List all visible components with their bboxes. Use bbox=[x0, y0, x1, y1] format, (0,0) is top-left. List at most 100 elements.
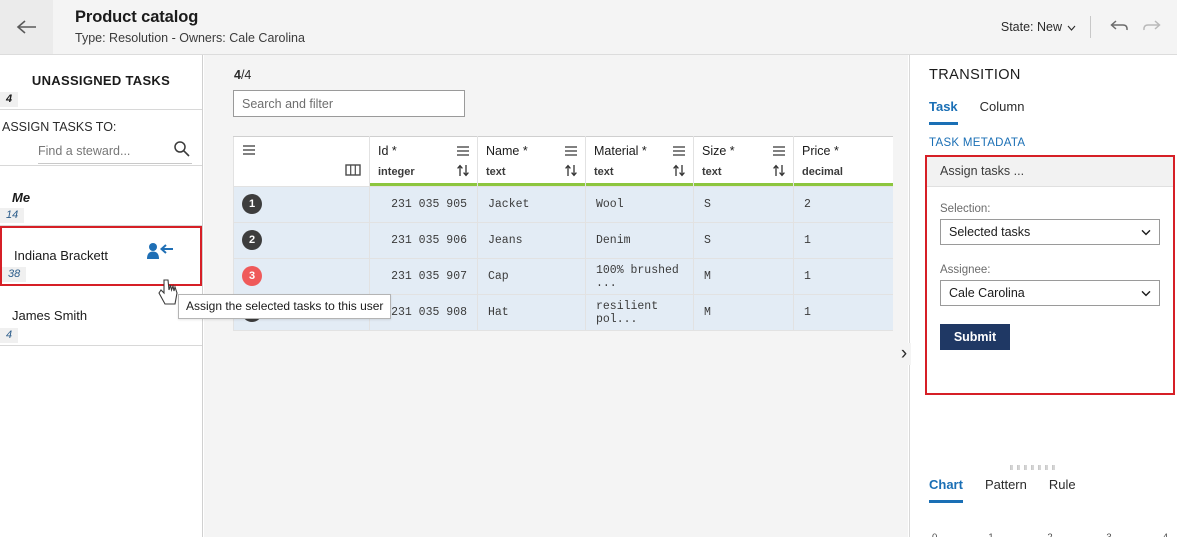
cell-material[interactable]: resilient pol... bbox=[585, 294, 694, 331]
cell-price[interactable]: 1 bbox=[793, 294, 893, 331]
cell-material[interactable]: Wool bbox=[585, 186, 694, 223]
undo-button[interactable] bbox=[1106, 14, 1132, 40]
cell-size[interactable]: M bbox=[693, 258, 794, 295]
hamburger-menu-icon[interactable] bbox=[242, 144, 256, 159]
header-divider bbox=[1090, 16, 1091, 38]
sort-updown-icon[interactable] bbox=[456, 164, 470, 180]
hamburger-menu-icon[interactable] bbox=[772, 145, 786, 160]
tab-task[interactable]: Task bbox=[929, 99, 958, 125]
header-actions: State: New bbox=[993, 0, 1167, 54]
tab-column[interactable]: Column bbox=[980, 99, 1025, 125]
steward-search-input[interactable] bbox=[38, 143, 158, 160]
drag-grip-icon[interactable] bbox=[1010, 465, 1055, 470]
row-badge[interactable]: 1 bbox=[242, 194, 262, 214]
sidebar-user-indiana-brackett[interactable]: Indiana Brackett 38 bbox=[0, 226, 202, 286]
row-header[interactable]: 2 bbox=[233, 222, 370, 259]
column-header-size[interactable]: Size * text bbox=[693, 136, 794, 187]
column-layout-icon[interactable] bbox=[345, 163, 361, 180]
chart: 0 1 2 3 4 bbox=[918, 532, 1170, 537]
back-button[interactable] bbox=[0, 0, 53, 54]
record-counter: 4/4 bbox=[234, 68, 251, 82]
sidebar-user-name: James Smith bbox=[12, 308, 88, 323]
app-root: Product catalog Type: Resolution - Owner… bbox=[0, 0, 1177, 537]
record-counter-current: 4 bbox=[234, 68, 241, 82]
sort-updown-icon[interactable] bbox=[672, 164, 686, 180]
column-name: Price * bbox=[802, 144, 839, 158]
unassigned-tasks-section[interactable]: UNASSIGNED TASKS 4 bbox=[0, 55, 202, 110]
column-type: text bbox=[594, 166, 614, 178]
chevron-right-icon[interactable]: › bbox=[897, 343, 911, 365]
sidebar-user-james-smith[interactable]: James Smith 4 bbox=[0, 286, 202, 346]
table-row[interactable]: 2 231 035 906 Jeans Denim S 1 bbox=[233, 222, 893, 259]
cell-id[interactable]: 231 035 906 bbox=[369, 222, 478, 259]
chevron-down-icon bbox=[1141, 286, 1151, 300]
hamburger-menu-icon[interactable] bbox=[564, 145, 578, 160]
cell-name[interactable]: Jeans bbox=[477, 222, 586, 259]
cell-id[interactable]: 231 035 907 bbox=[369, 258, 478, 295]
search-icon[interactable] bbox=[173, 140, 190, 160]
search-and-filter-input[interactable] bbox=[233, 90, 465, 117]
column-type: integer bbox=[378, 166, 415, 178]
tab-rule[interactable]: Rule bbox=[1049, 477, 1076, 503]
sort-updown-icon[interactable] bbox=[772, 164, 786, 180]
cell-name[interactable]: Cap bbox=[477, 258, 586, 295]
sidebar-user-name: Me bbox=[12, 190, 31, 205]
column-type-bar bbox=[586, 183, 693, 186]
submit-button[interactable]: Submit bbox=[940, 324, 1010, 350]
cell-price[interactable]: 1 bbox=[793, 258, 893, 295]
table-row[interactable]: 1 231 035 905 Jacket Wool S 2 bbox=[233, 186, 893, 223]
hamburger-menu-icon[interactable] bbox=[672, 145, 686, 160]
cell-size[interactable]: M bbox=[693, 294, 794, 331]
state-dropdown[interactable]: State: New bbox=[993, 16, 1084, 38]
assignee-dropdown[interactable]: Cale Carolina bbox=[940, 280, 1160, 306]
task-metadata-link[interactable]: TASK METADATA bbox=[929, 137, 1025, 149]
cell-price[interactable]: 1 bbox=[793, 222, 893, 259]
undo-arrow-icon bbox=[1109, 19, 1129, 36]
column-header-name[interactable]: Name * text bbox=[477, 136, 586, 187]
cell-price[interactable]: 2 bbox=[793, 186, 893, 223]
chart-tick-label: 2 bbox=[1047, 532, 1052, 537]
chart-tick-label: 3 bbox=[1106, 532, 1111, 537]
transition-tabs: Task Column bbox=[929, 99, 1024, 125]
column-header-material[interactable]: Material * text bbox=[585, 136, 694, 187]
row-header[interactable]: 3 bbox=[233, 258, 370, 295]
sort-updown-icon[interactable] bbox=[564, 164, 578, 180]
assign-tasks-form-title: Assign tasks ... bbox=[927, 157, 1173, 187]
bottom-tabs: Chart Pattern Rule bbox=[929, 477, 1076, 503]
column-type: decimal bbox=[802, 166, 843, 178]
chevron-down-icon bbox=[1141, 225, 1151, 239]
selection-label: Selection: bbox=[940, 203, 991, 215]
cell-name[interactable]: Hat bbox=[477, 294, 586, 331]
row-badge[interactable]: 2 bbox=[242, 230, 262, 250]
cell-material[interactable]: Denim bbox=[585, 222, 694, 259]
row-badge[interactable]: 3 bbox=[242, 266, 262, 286]
hamburger-menu-icon[interactable] bbox=[456, 145, 470, 160]
tab-chart[interactable]: Chart bbox=[929, 477, 963, 503]
chart-tick-label: 4 bbox=[1163, 532, 1168, 537]
chevron-down-icon bbox=[1067, 20, 1076, 34]
cell-material[interactable]: 100% brushed ... bbox=[585, 258, 694, 295]
sidebar-user-me[interactable]: Me 14 bbox=[0, 166, 202, 226]
page-title: Product catalog bbox=[75, 8, 199, 26]
column-header-id[interactable]: Id * integer bbox=[369, 136, 478, 187]
column-type-bar bbox=[694, 183, 793, 186]
row-header[interactable]: 1 bbox=[233, 186, 370, 223]
redo-button[interactable] bbox=[1138, 14, 1164, 40]
column-header-price[interactable]: Price * decimal bbox=[793, 136, 893, 187]
table-row[interactable]: 3 231 035 907 Cap 100% brushed ... M 1 bbox=[233, 258, 893, 295]
assign-tasks-to-section: ASSIGN TASKS TO: bbox=[0, 110, 202, 166]
tab-pattern[interactable]: Pattern bbox=[985, 477, 1027, 503]
cell-name[interactable]: Jacket bbox=[477, 186, 586, 223]
column-type-bar bbox=[370, 183, 477, 186]
cell-size[interactable]: S bbox=[693, 186, 794, 223]
cell-id[interactable]: 231 035 905 bbox=[369, 186, 478, 223]
arrow-left-icon bbox=[16, 19, 38, 35]
column-type-bar bbox=[794, 183, 893, 186]
steward-search[interactable] bbox=[38, 140, 192, 164]
chart-tick-label: 1 bbox=[988, 532, 993, 537]
title-block: Product catalog Type: Resolution - Owner… bbox=[75, 7, 305, 47]
assign-user-icon[interactable] bbox=[145, 242, 175, 265]
record-counter-total: /4 bbox=[240, 68, 252, 82]
selection-dropdown[interactable]: Selected tasks bbox=[940, 219, 1160, 245]
cell-size[interactable]: S bbox=[693, 222, 794, 259]
